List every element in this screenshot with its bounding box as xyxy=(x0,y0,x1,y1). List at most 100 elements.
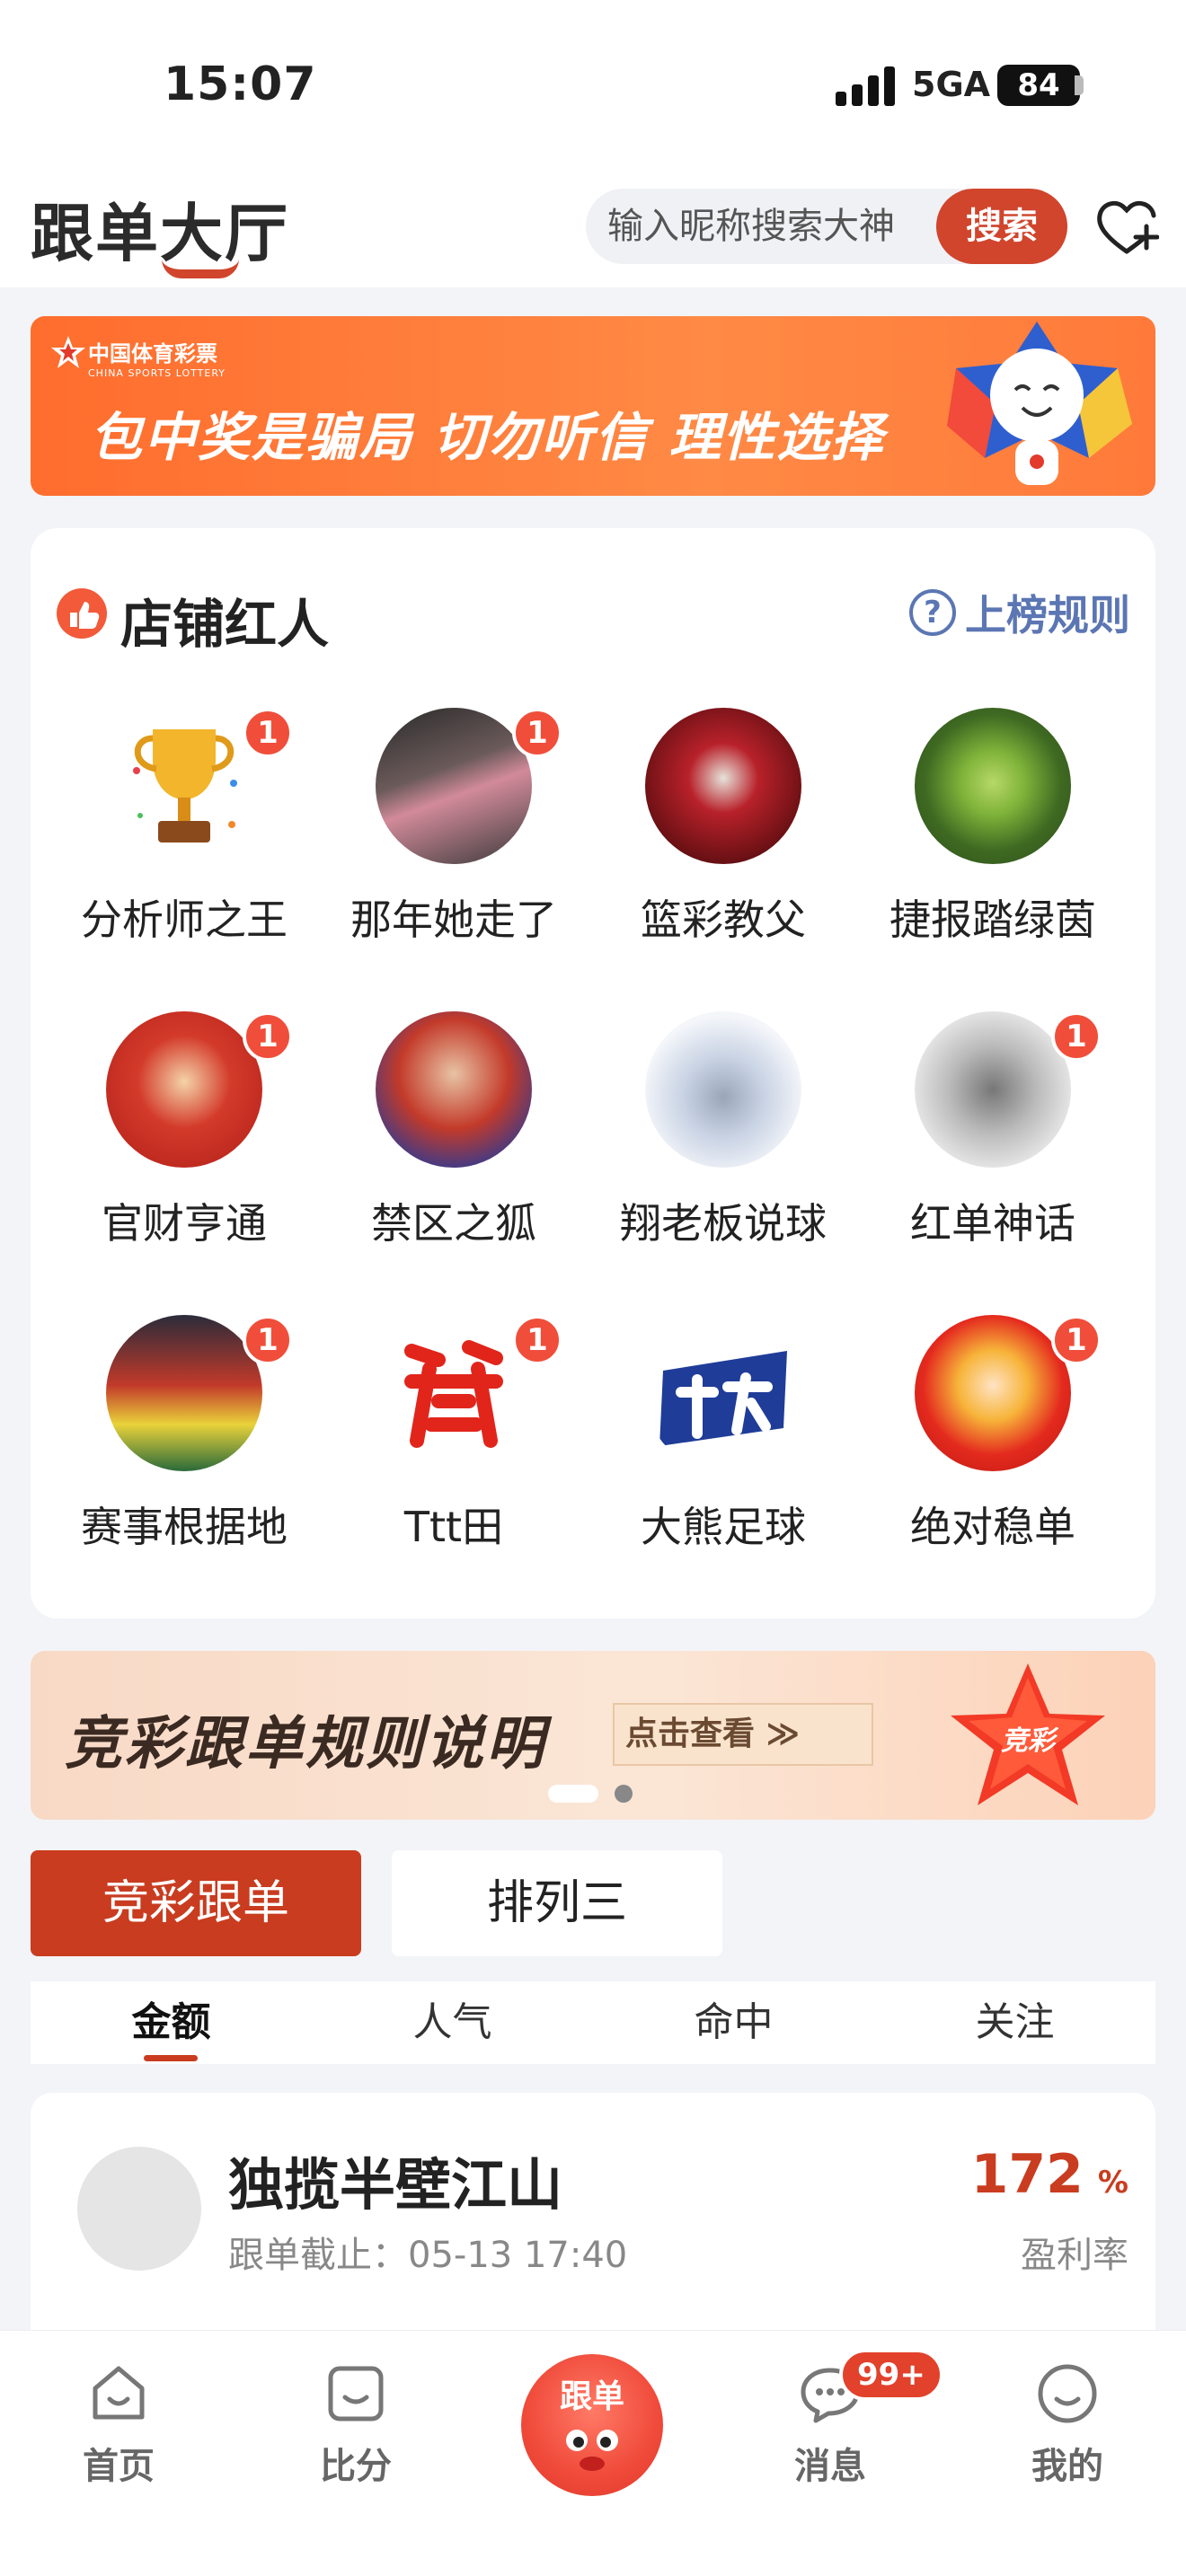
tab-pailie3[interactable]: 排列三 xyxy=(392,1850,722,1956)
sort-tab-hit-rate[interactable]: 命中 xyxy=(593,1981,874,2064)
notification-badge: 1 xyxy=(512,708,562,758)
question-icon: ? xyxy=(909,589,956,636)
influencer-name: 赛事根据地 xyxy=(81,1503,288,1551)
avatar xyxy=(376,1315,532,1471)
page-title: 跟单大厅 xyxy=(31,197,289,270)
profit-rate-unit: % xyxy=(1097,2165,1128,2201)
avatar xyxy=(915,1011,1071,1168)
jingcai-logo-icon xyxy=(659,1351,787,1446)
status-bar: 15:07 5GA 84 xyxy=(0,0,1186,171)
carousel-dot[interactable] xyxy=(615,1785,633,1803)
banner-slogan: 包中奖是骗局 切勿听信 理性选择 xyxy=(90,407,885,468)
sort-tab-underline xyxy=(144,2055,198,2061)
sort-tab-popularity[interactable]: 人气 xyxy=(312,1981,593,2064)
avatar xyxy=(376,708,532,864)
rules-banner-title: 竞彩跟单规则说明 xyxy=(65,1711,546,1778)
influencer-item[interactable]: 1 绝对稳单 xyxy=(839,1315,1109,1584)
influencer-item[interactable]: 1 赛事根据地 xyxy=(31,1315,300,1584)
influencer-item[interactable]: 捷报踏绿茵 xyxy=(839,708,1109,977)
star-text: 竞彩 xyxy=(1001,1726,1059,1756)
bottom-nav: 首页 比分 跟单 消息 99+ 我的 xyxy=(0,2330,1186,2576)
notification-badge: 1 xyxy=(243,1315,293,1365)
influencer-item[interactable]: 1 Ttt田 xyxy=(300,1315,570,1584)
influencer-item[interactable]: 1 红单神话 xyxy=(839,1011,1109,1281)
influencer-name: 官财亨通 xyxy=(102,1199,267,1248)
influencer-item[interactable]: 翔老板说球 xyxy=(570,1011,839,1281)
status-time: 15:07 xyxy=(164,57,317,111)
nav-item-profile[interactable]: 我的 xyxy=(978,2358,1157,2489)
list-item-deadline: 跟单截止：05-13 17:40 xyxy=(228,2235,628,2276)
nav-label-home: 首页 xyxy=(83,2446,155,2487)
trophy-icon xyxy=(133,729,237,842)
influencer-name: 绝对稳单 xyxy=(910,1503,1075,1551)
lottery-brand-cn: 中国体育彩票 xyxy=(88,341,217,366)
fa-character-icon xyxy=(394,1329,514,1457)
influencer-name: Ttt田 xyxy=(403,1503,504,1551)
search-button[interactable]: 搜索 xyxy=(936,189,1067,264)
network-label: 5GA xyxy=(912,65,991,104)
avatar xyxy=(106,1011,262,1168)
search-box: 搜索 xyxy=(586,189,1067,264)
influencer-item[interactable]: 篮彩教父 xyxy=(570,708,839,977)
influencer-item[interactable]: 大熊足球 xyxy=(570,1315,839,1584)
notification-badge: 1 xyxy=(243,1011,293,1062)
mascot-icon xyxy=(947,322,1132,485)
sort-tab-follow[interactable]: 关注 xyxy=(874,1981,1155,2064)
profile-icon xyxy=(1038,2364,1097,2423)
influencer-name: 红单神话 xyxy=(910,1199,1075,1248)
battery-cap xyxy=(1075,75,1084,95)
rules-view-button[interactable]: 点击查看 ≫ xyxy=(613,1703,873,1766)
battery-icon: 84 xyxy=(997,65,1080,106)
avatar xyxy=(915,1315,1071,1471)
search-input[interactable] xyxy=(607,189,922,264)
lottery-brand: 中国体育彩票 CHINA SPORTS LOTTERY xyxy=(88,336,226,379)
influencer-section-title: 店铺红人 xyxy=(120,594,330,655)
avatar xyxy=(77,2147,201,2271)
profit-rate-label: 盈利率 xyxy=(1021,2235,1128,2276)
avatar xyxy=(376,1011,532,1168)
mascot-face-icon xyxy=(566,2430,618,2471)
notification-badge: 1 xyxy=(243,708,293,758)
influencer-name: 篮彩教父 xyxy=(641,895,806,944)
influencer-name: 翔老板说球 xyxy=(620,1199,827,1248)
star-icon: 竞彩 xyxy=(951,1663,1105,1805)
avatar xyxy=(645,708,801,864)
carousel-dot-active xyxy=(548,1785,598,1803)
profit-rate-value: 172 xyxy=(970,2143,1084,2206)
influencer-item[interactable]: 1 分析师之王 xyxy=(31,708,300,977)
influencer-name: 大熊足球 xyxy=(641,1503,806,1551)
score-icon xyxy=(328,2366,384,2422)
nav-item-score[interactable]: 比分 xyxy=(266,2358,446,2489)
tab-jingcai[interactable]: 竞彩跟单 xyxy=(31,1850,361,1956)
lottery-brand-en: CHINA SPORTS LOTTERY xyxy=(88,367,226,379)
influencer-card: 店铺红人 ? 上榜规则 1 分析师之王 1 那年她走了 篮彩教父 捷报踏绿茵 1… xyxy=(31,528,1155,1619)
profit-rate: 172% xyxy=(971,2143,1128,2206)
nav-item-follow-bets[interactable]: 跟单 xyxy=(521,2354,663,2496)
nav-label-messages: 消息 xyxy=(794,2446,866,2487)
notification-badge: 1 xyxy=(1051,1315,1102,1365)
influencer-name: 禁区之狐 xyxy=(371,1199,536,1248)
influencer-item[interactable]: 1 官财亨通 xyxy=(31,1011,300,1281)
signal-icon xyxy=(836,66,898,106)
ranking-rules-label: 上榜规则 xyxy=(965,591,1130,640)
notification-badge: 1 xyxy=(512,1315,562,1365)
nav-item-home[interactable]: 首页 xyxy=(29,2358,208,2489)
lottery-warning-banner[interactable]: 中国体育彩票 CHINA SPORTS LOTTERY 包中奖是骗局 切勿听信 … xyxy=(31,316,1155,496)
sort-tab-amount[interactable]: 金额 xyxy=(31,1981,312,2064)
avatar xyxy=(106,1315,262,1471)
avatar xyxy=(645,1315,801,1471)
influencer-name: 那年她走了 xyxy=(350,895,557,944)
avatar xyxy=(915,708,1071,864)
thumbs-up-icon xyxy=(57,588,107,639)
influencer-item[interactable]: 禁区之狐 xyxy=(300,1011,570,1281)
list-item[interactable]: 独揽半壁江山 跟单截止：05-13 17:40 172% 盈利率 xyxy=(31,2093,1155,2362)
notification-badge: 1 xyxy=(1051,1011,1102,1062)
lottery-logo-icon xyxy=(51,336,85,368)
heart-plus-icon[interactable] xyxy=(1094,196,1159,259)
avatar xyxy=(645,1011,801,1168)
influencer-item[interactable]: 1 那年她走了 xyxy=(300,708,570,977)
avatar xyxy=(106,708,262,864)
ranking-rules-link[interactable]: ? 上榜规则 xyxy=(909,586,1130,640)
nav-label-score: 比分 xyxy=(320,2446,392,2487)
influencer-name: 捷报踏绿茵 xyxy=(890,895,1096,944)
